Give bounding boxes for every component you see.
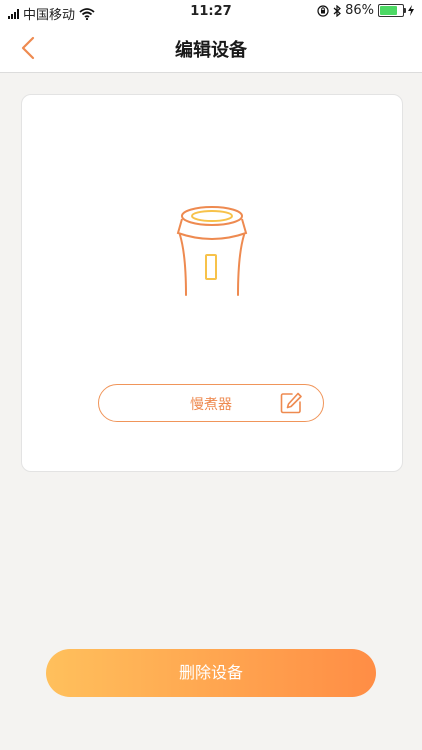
bluetooth-icon [333,4,342,17]
status-right: 86% [317,3,414,18]
device-card: 慢煮器 [21,94,403,472]
battery-percent: 86% [345,3,374,18]
battery-icon [378,4,406,17]
status-bar: 中国移动 11:27 86% [0,0,422,24]
edit-pencil-icon[interactable] [279,391,303,415]
orientation-lock-icon [317,4,329,17]
nav-bar: 编辑设备 [0,24,422,73]
device-name-field[interactable]: 慢煮器 [98,384,324,422]
page-title: 编辑设备 [175,40,247,61]
delete-device-button[interactable]: 删除设备 [46,649,376,697]
battery-fill [380,6,398,15]
charging-icon [408,5,414,16]
slow-cooker-icon [176,206,248,296]
